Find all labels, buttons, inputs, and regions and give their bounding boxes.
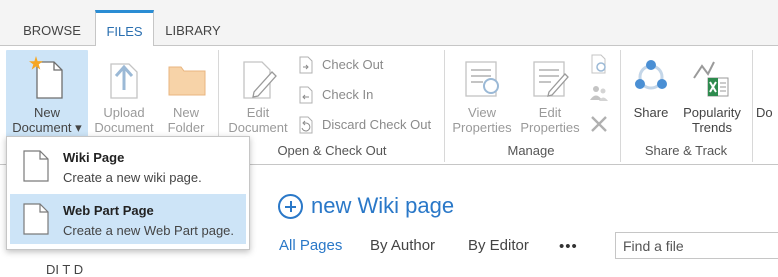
new-wiki-page-label: new Wiki page xyxy=(311,193,455,218)
check-out-icon xyxy=(297,56,315,82)
wiki-page-description: Create a new wiki page. xyxy=(63,170,202,185)
edit-document-button[interactable]: Edit Document xyxy=(222,50,294,137)
share-label: Share xyxy=(633,105,669,120)
edit-document-icon xyxy=(240,56,278,103)
folder-icon xyxy=(168,62,206,99)
view-properties-label-1: View xyxy=(468,105,496,120)
upload-document-label-2: Document xyxy=(94,120,154,135)
wiki-page-icon xyxy=(22,150,50,187)
ribbon-separator xyxy=(620,50,621,162)
edit-document-label-1: Edit xyxy=(246,105,270,120)
shared-with-icon[interactable] xyxy=(589,83,609,108)
view-properties-icon xyxy=(463,58,503,101)
check-in-icon xyxy=(297,86,315,112)
new-folder-label-1: New xyxy=(172,105,199,120)
discard-check-out-label: Discard Check Out xyxy=(322,117,432,132)
web-part-page-description: Create a new Web Part page. xyxy=(63,223,235,238)
view-properties-button[interactable]: View Properties xyxy=(448,50,516,137)
group-label-open-check-out: Open & Check Out xyxy=(277,143,387,158)
share-button[interactable]: Share xyxy=(626,50,676,137)
new-document-dropdown-menu: Wiki Page Create a new wiki page. Web Pa… xyxy=(6,136,250,250)
popularity-trends-icon xyxy=(692,58,732,101)
ribbon-separator xyxy=(444,50,445,162)
download-label-partial: Do xyxy=(756,105,773,120)
view-properties-label-2: Properties xyxy=(452,120,512,135)
find-file-search-input[interactable] xyxy=(615,232,778,259)
new-folder-label-2: Folder xyxy=(167,120,205,135)
edit-properties-label-1: Edit xyxy=(538,105,562,120)
popularity-trends-label-1: Popularity xyxy=(683,105,741,120)
new-document-icon xyxy=(28,56,66,103)
delete-icon[interactable] xyxy=(589,114,609,139)
popularity-trends-button[interactable]: Popularity Trends xyxy=(678,50,746,137)
wiki-page-title: Wiki Page xyxy=(63,150,125,165)
partial-list-item: DI T D xyxy=(46,262,84,277)
upload-icon xyxy=(105,56,143,103)
version-history-icon[interactable] xyxy=(589,54,609,79)
ribbon-tab-bar: BROWSE FILES LIBRARY xyxy=(0,0,778,48)
tab-files[interactable]: FILES xyxy=(95,10,154,48)
chevron-down-icon: ▾ xyxy=(75,120,82,135)
edit-document-label-2: Document xyxy=(228,120,288,135)
new-folder-button[interactable]: New Folder xyxy=(160,50,212,137)
discard-check-out-icon xyxy=(297,116,315,142)
web-part-page-icon xyxy=(22,203,50,240)
edit-properties-icon xyxy=(531,58,571,101)
edit-properties-label-2: Properties xyxy=(520,120,580,135)
new-document-label-2: Document ▾ xyxy=(12,120,82,135)
check-in-label: Check In xyxy=(322,87,374,102)
menu-item-wiki-page[interactable]: Wiki Page Create a new wiki page. xyxy=(10,141,246,191)
check-in-button[interactable]: Check In xyxy=(297,83,437,107)
plus-circle-icon xyxy=(278,194,303,219)
more-views-ellipsis-icon[interactable]: ••• xyxy=(559,238,578,255)
group-label-manage: Manage xyxy=(507,143,555,158)
share-icon xyxy=(632,58,670,99)
discard-check-out-button[interactable]: Discard Check Out xyxy=(297,113,437,137)
tab-browse[interactable]: BROWSE xyxy=(14,16,90,45)
tab-library[interactable]: LIBRARY xyxy=(156,16,230,45)
new-document-label-1: New xyxy=(33,105,60,120)
view-all-pages[interactable]: All Pages xyxy=(279,237,342,254)
popularity-trends-label-2: Trends xyxy=(692,120,732,135)
check-out-label: Check Out xyxy=(322,57,384,72)
web-part-page-title: Web Part Page xyxy=(63,203,154,218)
new-document-button[interactable]: New Document ▾ xyxy=(6,50,88,137)
upload-document-button[interactable]: Upload Document xyxy=(90,50,158,137)
view-by-editor[interactable]: By Editor xyxy=(468,237,529,254)
ribbon-separator xyxy=(752,50,753,162)
check-out-button[interactable]: Check Out xyxy=(297,53,437,77)
menu-item-web-part-page[interactable]: Web Part Page Create a new Web Part page… xyxy=(10,194,246,244)
view-by-author[interactable]: By Author xyxy=(370,237,435,254)
upload-document-label-1: Upload xyxy=(103,105,145,120)
edit-properties-button[interactable]: Edit Properties xyxy=(516,50,584,137)
group-label-share-track: Share & Track xyxy=(644,143,728,158)
download-button-partial[interactable]: Do xyxy=(756,50,778,137)
